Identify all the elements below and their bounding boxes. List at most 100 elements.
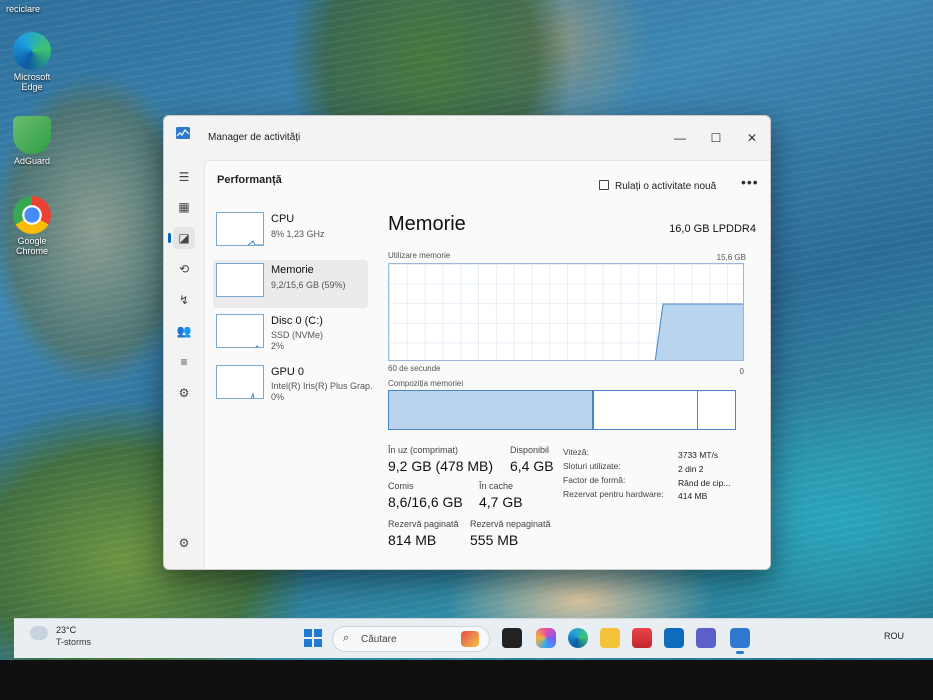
usage-graph-max: 15,6 GB: [716, 253, 746, 262]
recycle-bin-label[interactable]: reciclare: [6, 4, 40, 14]
taskbar-search[interactable]: ⌕ Căutare: [332, 626, 490, 652]
detail-title: Memorie: [388, 213, 466, 235]
resource-usage: 2%: [271, 341, 285, 351]
resource-item-gpu[interactable]: GPU 0 Intel(R) Iris(R) Plus Grap. 0%: [213, 362, 373, 410]
file-explorer-icon[interactable]: [600, 628, 620, 648]
desktop-icon-label: Google Chrome: [15, 236, 48, 256]
run-new-task-button[interactable]: Rulați o activitate nouă: [599, 180, 716, 192]
gpu-mini-line: [250, 392, 255, 398]
property-value: 2 din 2: [678, 464, 704, 474]
search-placeholder: Căutare: [361, 634, 397, 645]
stat-paged-pool: Rezervă paginată 814 MB: [388, 519, 459, 548]
minimize-button[interactable]: —: [666, 128, 694, 148]
copilot-icon[interactable]: [536, 628, 556, 648]
search-highlight-icon: [461, 631, 479, 647]
resource-detail: Intel(R) Iris(R) Plus Grap.: [271, 381, 373, 391]
resource-detail: 8% 1,23 GHz: [271, 229, 325, 239]
navigation-rail: ☰ ▦ ◪ ⟲ ↯ 👥 ≡ ⚙ ⚙: [164, 160, 204, 569]
search-icon: ⌕: [343, 632, 350, 644]
desktop-icon-label: Microsoft Edge: [13, 72, 51, 92]
disk-mini-graph: [216, 314, 264, 348]
desktop-icon-adguard[interactable]: AdGuard: [2, 116, 62, 166]
start-button[interactable]: [304, 629, 322, 647]
resource-detail: 9,2/15,6 GB (59%): [271, 280, 346, 290]
stat-value: 9,2 GB (478 MB): [388, 458, 494, 474]
stat-label: Rezervă nepaginată: [470, 519, 551, 529]
stat-value: 4,7 GB: [479, 494, 523, 510]
task-manager-taskbar-icon[interactable]: [730, 628, 750, 654]
adguard-shield-icon: [13, 116, 51, 154]
details-icon[interactable]: ≡: [173, 351, 195, 373]
title-bar[interactable]: Manager de activități — ☐ ✕: [164, 116, 770, 160]
task-view-icon[interactable]: [502, 628, 522, 648]
memory-usage-graph: [388, 263, 744, 361]
resource-item-memory[interactable]: Memorie 9,2/15,6 GB (59%): [213, 260, 368, 308]
performance-icon[interactable]: ◪: [168, 227, 195, 249]
run-new-task-label: Rulați o activitate nouă: [615, 181, 717, 192]
weather-storm-icon[interactable]: [30, 626, 48, 640]
stat-available: Disponibil 6,4 GB: [510, 445, 554, 474]
memory-mini-graph: [216, 263, 264, 297]
usage-graph-label: Utilizare memorie: [388, 251, 451, 260]
graph-time-right: 0: [739, 367, 744, 376]
memory-usage-area: [654, 303, 743, 360]
resource-list: CPU 8% 1,23 GHz Memorie 9,2/15,6 GB (59%…: [213, 209, 373, 413]
input-language-indicator[interactable]: ROU: [884, 631, 904, 641]
window-title: Manager de activități: [208, 132, 301, 143]
memory-composition-bar: [388, 390, 736, 430]
disk-mini-line: [255, 345, 259, 347]
resource-name: CPU: [271, 213, 295, 225]
performance-page: Performanță Rulați o activitate nouă •••…: [204, 160, 770, 569]
graph-time-left: 60 de secunde: [388, 364, 441, 373]
hamburger-menu-icon[interactable]: ☰: [173, 166, 195, 188]
close-button[interactable]: ✕: [738, 128, 766, 148]
teams-icon[interactable]: [696, 628, 716, 648]
composition-free[interactable]: [699, 391, 735, 429]
app-history-icon[interactable]: ⟲: [173, 258, 195, 280]
stat-label: În uz (comprimat): [388, 445, 459, 455]
weather-temperature[interactable]: 23°C: [56, 625, 76, 635]
desktop-icon-label: AdGuard: [13, 156, 51, 166]
services-icon[interactable]: ⚙: [173, 382, 195, 404]
cpu-mini-line: [247, 240, 263, 245]
resource-name: GPU 0: [271, 366, 305, 378]
resource-name: Disc 0 (C:): [271, 315, 323, 327]
stat-nonpaged-pool: Rezervă nepaginată 555 MB: [470, 519, 551, 548]
settings-gear-icon[interactable]: ⚙: [173, 532, 195, 554]
memory-spec: 16,0 GB LPDDR4: [669, 223, 756, 235]
composition-label: Compoziția memoriei: [388, 379, 464, 388]
maximize-button[interactable]: ☐: [702, 128, 730, 148]
property-value: 414 MB: [678, 491, 708, 501]
property-label: Sloturi utilizate:: [563, 461, 621, 471]
stat-label: În cache: [479, 481, 514, 491]
stat-value: 814 MB: [388, 532, 437, 548]
weather-description[interactable]: T-storms: [56, 637, 91, 647]
more-options-button[interactable]: •••: [741, 174, 759, 190]
property-label: Rezervat pentru hardware:: [563, 489, 664, 499]
outlook-icon[interactable]: [664, 628, 684, 648]
stat-cached: În cache 4,7 GB: [479, 481, 523, 510]
edge-icon: [13, 32, 51, 70]
desktop-icon-edge[interactable]: Microsoft Edge: [2, 32, 62, 92]
resource-item-cpu[interactable]: CPU 8% 1,23 GHz: [213, 209, 368, 257]
task-manager-app-icon: [176, 127, 190, 139]
composition-in-use[interactable]: [389, 391, 594, 429]
property-value: 3733 MT/s: [678, 450, 719, 460]
resource-item-disk[interactable]: Disc 0 (C:) SSD (NVMe) 2%: [213, 311, 368, 359]
startup-apps-icon[interactable]: ↯: [173, 289, 195, 311]
users-icon[interactable]: 👥: [173, 320, 195, 342]
chrome-icon: [13, 196, 51, 234]
composition-standby[interactable]: [596, 391, 698, 429]
desktop-icon-chrome[interactable]: Google Chrome: [2, 196, 62, 256]
resource-name: Memorie: [271, 264, 314, 276]
cpu-mini-graph: [216, 212, 264, 246]
property-label: Factor de formă:: [563, 475, 626, 485]
new-task-icon: [599, 180, 609, 190]
stat-committed: Comis 8,6/16,6 GB: [388, 481, 463, 510]
resource-usage: 0%: [271, 392, 285, 402]
edge-taskbar-icon[interactable]: [568, 628, 588, 648]
store-icon[interactable]: [632, 628, 652, 648]
taskbar: 23°C T-storms ⌕ Căutare ROU: [14, 618, 933, 658]
processes-icon[interactable]: ▦: [173, 196, 195, 218]
gpu-mini-graph: [216, 365, 264, 399]
